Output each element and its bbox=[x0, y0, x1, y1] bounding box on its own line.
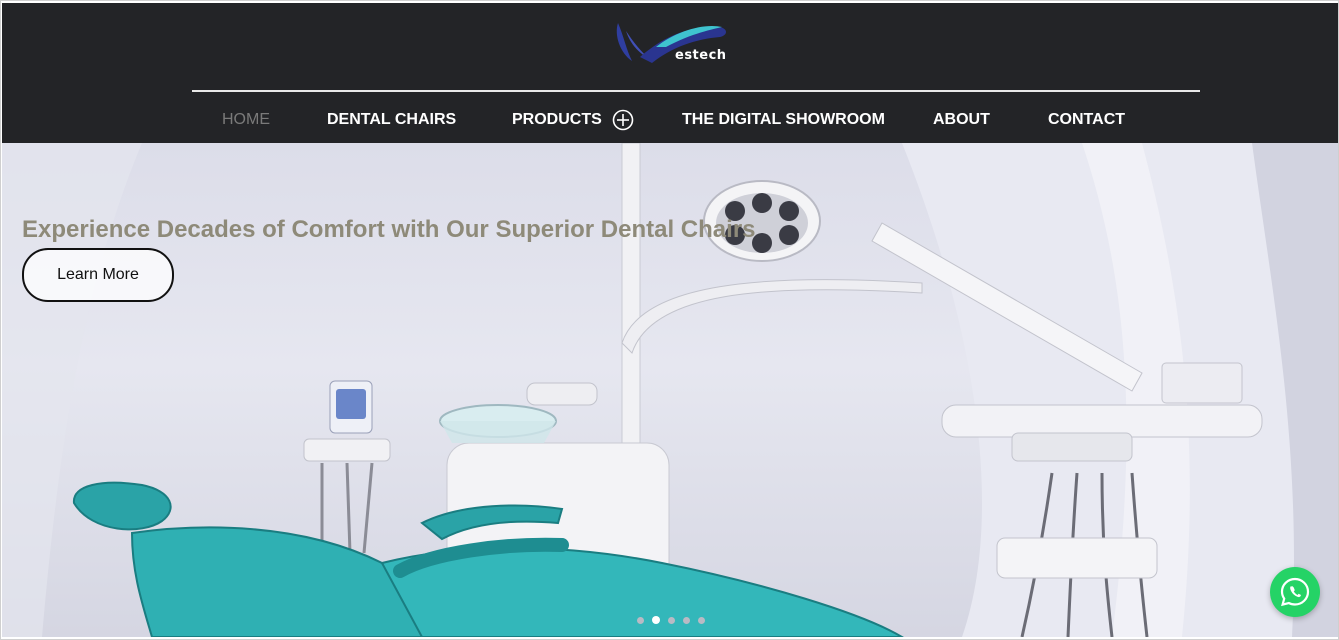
learn-more-button[interactable]: Learn More bbox=[22, 248, 174, 302]
slider-dot[interactable] bbox=[683, 616, 690, 624]
hero-slider: Experience Decades of Comfort with Our S… bbox=[2, 143, 1338, 637]
nav-item-dental-chairs[interactable]: DENTAL CHAIRS bbox=[327, 111, 456, 129]
nav-item-products[interactable]: PRODUCTS bbox=[512, 111, 602, 129]
slider-dot-active[interactable] bbox=[652, 616, 660, 624]
slider-pagination bbox=[637, 615, 705, 625]
slider-dot[interactable] bbox=[637, 616, 644, 624]
nav-item-contact[interactable]: CONTACT bbox=[1048, 111, 1125, 129]
nav-item-about[interactable]: ABOUT bbox=[933, 111, 990, 129]
plus-circle-icon[interactable] bbox=[612, 109, 634, 131]
whatsapp-icon bbox=[1280, 577, 1310, 607]
nav-divider bbox=[192, 90, 1200, 92]
brand-logo-text: estech bbox=[675, 48, 727, 63]
site-header: estech HOME DENTAL CHAIRS PRODUCTS THE D… bbox=[2, 3, 1338, 143]
nav-item-digital-showroom[interactable]: THE DIGITAL SHOWROOM bbox=[682, 111, 885, 129]
hero-title: Experience Decades of Comfort with Our S… bbox=[22, 216, 756, 243]
whatsapp-chat-button[interactable] bbox=[1270, 567, 1320, 617]
slider-dot[interactable] bbox=[698, 616, 705, 624]
browser-viewport: estech HOME DENTAL CHAIRS PRODUCTS THE D… bbox=[0, 0, 1339, 640]
slider-dot[interactable] bbox=[668, 616, 675, 624]
main-nav: HOME DENTAL CHAIRS PRODUCTS THE DIGITAL … bbox=[2, 109, 1338, 135]
nav-item-home[interactable]: HOME bbox=[222, 111, 270, 129]
